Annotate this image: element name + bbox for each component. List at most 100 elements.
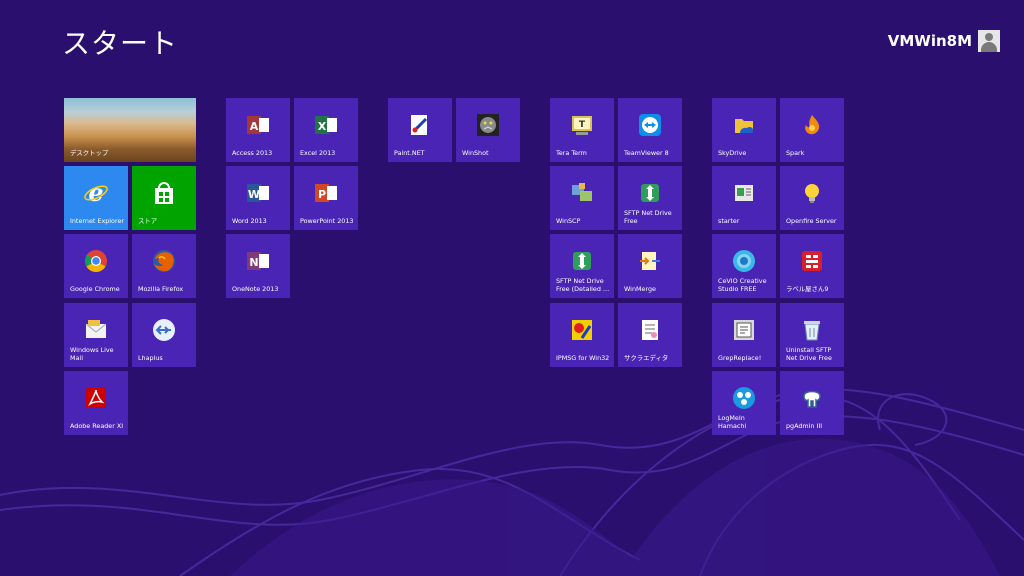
adobe-reader-icon [83,385,109,411]
teamviewer-icon [637,112,663,138]
tile-label: PowerPoint 2013 [300,217,354,225]
tile-label: WinShot [462,149,489,157]
tile-powerpoint-2013[interactable]: P PowerPoint 2013 [294,166,358,230]
internet-explorer-icon: e [83,180,109,206]
tile-adobe-reader[interactable]: Adobe Reader XI [64,371,128,435]
tile-teamviewer-8[interactable]: TeamViewer 8 [618,98,682,162]
svg-text:W: W [248,188,260,201]
tile-winmerge[interactable]: WinMerge [618,234,682,298]
word-icon: W [245,180,271,206]
tile-label: Word 2013 [232,217,267,225]
tile-label: Access 2013 [232,149,273,157]
tile-label: デスクトップ [70,149,109,157]
user-name: VMWin8M [887,32,972,50]
live-mail-icon [83,317,109,343]
tile-word-2013[interactable]: W Word 2013 [226,166,290,230]
sakura-editor-icon [637,317,663,343]
tile-label: TeamViewer 8 [624,149,669,157]
tile-label: GrepReplace! [718,354,762,362]
tile-label: CeVIO Creative Studio FREE [718,277,767,293]
tile-desktop[interactable]: デスクトップ [64,98,196,162]
tile-label: Windows Live Mail [70,346,114,362]
tile-label: Mozilla Firefox [138,285,184,293]
tile-label: SFTP Net Drive Free [624,209,672,225]
tile-spark[interactable]: Spark [780,98,844,162]
winscp-icon [569,180,595,206]
tile-label: Uninstall SFTP Net Drive Free [786,346,832,362]
tile-label: Spark [786,149,805,157]
tile-label: Lhaplus [138,354,163,362]
tile-openfire-server[interactable]: Openfire Server [780,166,844,230]
chrome-icon [83,248,109,274]
tile-label: Internet Explorer [70,217,124,225]
tile-excel-2013[interactable]: X Excel 2013 [294,98,358,162]
cevio-icon [731,248,757,274]
tile-label: SFTP Net Drive Free (Detailed … [556,277,610,293]
tile-pgadmin-iii[interactable]: pgAdmin III [780,371,844,435]
spark-flame-icon [799,112,825,138]
tile-label: SkyDrive [718,149,747,157]
tile-sakura-editor[interactable]: サクラエディタ [618,303,682,367]
tile-label: ラベル屋さん9 [786,285,829,293]
tile-label: WinSCP [556,217,581,225]
tile-tera-term[interactable]: T Tera Term [550,98,614,162]
tile-label: pgAdmin III [786,422,823,430]
svg-text:P: P [318,188,326,201]
tile-paint-net[interactable]: Paint.NET [388,98,452,162]
postgresql-elephant-icon [799,385,825,411]
tile-label: starter [718,217,740,225]
tile-label: Tera Term [556,149,587,157]
tile-starter[interactable]: starter [712,166,776,230]
tile-winshot[interactable]: WinShot [456,98,520,162]
access-icon: A [245,112,271,138]
tile-windows-live-mail[interactable]: Windows Live Mail [64,303,128,367]
winshot-icon [475,112,501,138]
tile-ipmsg[interactable]: IPMSG for Win32 [550,303,614,367]
tile-sftp-net-drive-detailed[interactable]: SFTP Net Drive Free (Detailed … [550,234,614,298]
tile-label: サクラエディタ [624,354,669,362]
powerpoint-icon: P [313,180,339,206]
grepreplace-icon [731,317,757,343]
recycle-bin-icon [799,317,825,343]
tile-label: ストア [138,217,158,225]
user-account[interactable]: VMWin8M [888,30,1000,52]
excel-icon: X [313,112,339,138]
svg-text:e: e [88,180,103,206]
label-maker-icon [799,248,825,274]
tile-sftp-net-drive-free[interactable]: SFTP Net Drive Free [618,166,682,230]
tera-term-icon: T [569,112,595,138]
tile-lhaplus[interactable]: Lhaplus [132,303,196,367]
onenote-icon: N [245,248,271,274]
tile-winscp[interactable]: WinSCP [550,166,614,230]
skydrive-icon [731,112,757,138]
tile-grepreplace[interactable]: GrepReplace! [712,303,776,367]
tile-cevio[interactable]: CeVIO Creative Studio FREE [712,234,776,298]
tile-skydrive[interactable]: SkyDrive [712,98,776,162]
tile-google-chrome[interactable]: Google Chrome [64,234,128,298]
winmerge-icon [637,248,663,274]
svg-text:N: N [249,256,258,269]
store-bag-icon [151,180,177,206]
lhaplus-icon [151,317,177,343]
tile-uninstall-sftp[interactable]: Uninstall SFTP Net Drive Free [780,303,844,367]
tile-logmein-hamachi[interactable]: LogMeIn Hamachi [712,371,776,435]
tile-label: OneNote 2013 [232,285,279,293]
sftp-net-drive-icon [569,248,595,274]
tile-label-maker[interactable]: ラベル屋さん9 [780,234,844,298]
tile-label: Openfire Server [786,217,837,225]
tile-internet-explorer[interactable]: e Internet Explorer [64,166,128,230]
tile-label: LogMeIn Hamachi [718,414,747,430]
hamachi-icon [731,385,757,411]
svg-text:A: A [250,120,259,133]
ipmsg-icon [569,317,595,343]
tile-onenote-2013[interactable]: N OneNote 2013 [226,234,290,298]
tile-label: Google Chrome [70,285,120,293]
user-avatar-icon [978,30,1000,52]
tile-access-2013[interactable]: A Access 2013 [226,98,290,162]
tile-mozilla-firefox[interactable]: Mozilla Firefox [132,234,196,298]
light-bulb-icon [799,180,825,206]
starter-icon [731,180,757,206]
tile-label: IPMSG for Win32 [556,354,610,362]
svg-text:T: T [579,120,586,130]
tile-store[interactable]: ストア [132,166,196,230]
